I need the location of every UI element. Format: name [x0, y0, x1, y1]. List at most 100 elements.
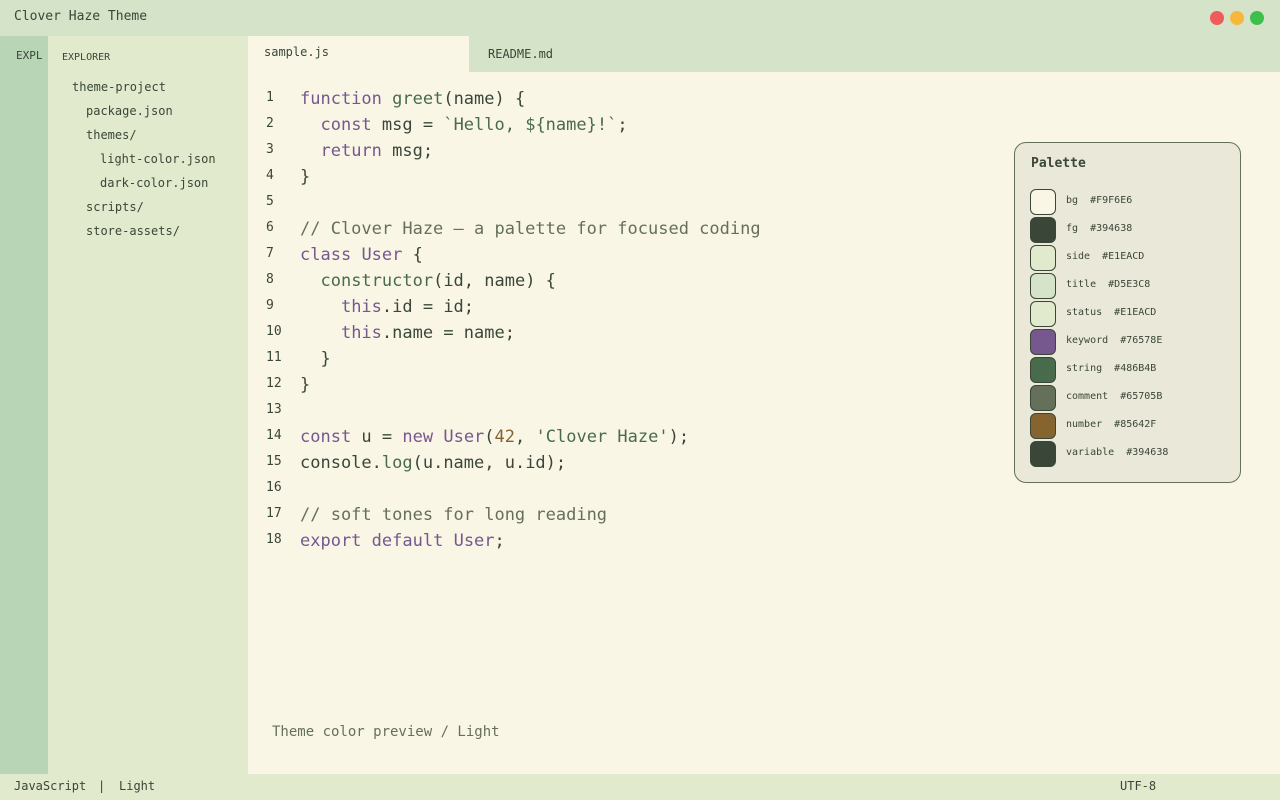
activity-explorer-button[interactable]: EXPL	[16, 49, 43, 62]
color-swatch	[1030, 189, 1056, 215]
code-line: 17 // soft tones for long reading	[248, 502, 1008, 528]
code-token: export	[300, 531, 362, 551]
palette-entry-name: number	[1066, 419, 1103, 430]
code-token: {	[402, 245, 423, 265]
code-token: ;	[494, 531, 505, 551]
explorer-sidebar: EXPLORER theme-project package.json them…	[48, 36, 248, 774]
palette-entry-hex: #D5E3C8	[1108, 279, 1151, 290]
tab-label: sample.js	[264, 45, 330, 59]
code-token: new	[402, 427, 434, 447]
code-text: }	[300, 375, 310, 395]
code-text: constructor(id, name) {	[300, 271, 555, 291]
code-token: const	[300, 427, 352, 447]
status-separator: |	[98, 779, 106, 793]
code-token: .id = id;	[381, 297, 475, 317]
palette-entry-hex: #394638	[1090, 223, 1133, 234]
tree-file-package-json[interactable]: package.json	[86, 104, 173, 118]
palette-entry-hex: #486B4B	[1114, 363, 1157, 374]
code-line: 6 // Clover Haze — a palette for focused …	[248, 216, 1008, 242]
palette-entry-name: bg	[1066, 195, 1079, 206]
code-token: .name = name;	[381, 323, 515, 343]
line-number: 15	[266, 454, 282, 469]
code-line: 9 this.id = id;	[248, 294, 1008, 320]
palette-entry-string: string #486B4B	[1030, 357, 1230, 383]
minimize-window-button[interactable]	[1230, 11, 1244, 25]
tree-file-dark-color-json[interactable]: dark-color.json	[100, 176, 208, 190]
code-token: constructor	[320, 271, 434, 291]
code-line: 4}	[248, 164, 1008, 190]
palette-entry-name: fg	[1066, 223, 1079, 234]
palette-entry-bg: bg #F9F6E6	[1030, 189, 1230, 215]
code-token: console.	[300, 453, 382, 473]
line-number: 18	[266, 532, 282, 547]
palette-entry-hex: #E1EACD	[1102, 251, 1145, 262]
code-line: 16	[248, 476, 1008, 502]
title-bar: Clover Haze Theme	[0, 0, 1280, 36]
palette-entry-hex: #65705B	[1120, 391, 1163, 402]
close-window-button[interactable]	[1210, 11, 1224, 25]
code-text: console.log(u.name, u.id);	[300, 453, 566, 473]
palette-title: Palette	[1031, 156, 1086, 171]
tab-sample-js[interactable]: sample.js	[248, 36, 469, 72]
color-swatch	[1030, 301, 1056, 327]
preview-caption: Theme color preview / Light	[272, 724, 500, 740]
palette-entry-hex: #85642F	[1114, 419, 1157, 430]
palette-entry-variable: variable #394638	[1030, 441, 1230, 467]
tree-file-light-color-json[interactable]: light-color.json	[100, 152, 216, 166]
code-token: // Clover Haze — a palette for focused c…	[300, 219, 761, 239]
code-token: (	[484, 427, 495, 447]
palette-entry-label: fg #394638	[1066, 223, 1132, 234]
palette-entry-name: side	[1066, 251, 1091, 262]
code-text: class User {	[300, 245, 423, 265]
palette-entry-label: title #D5E3C8	[1066, 279, 1150, 290]
line-number: 3	[266, 142, 274, 157]
line-number: 1	[266, 90, 274, 105]
line-number: 12	[266, 376, 282, 391]
status-encoding[interactable]: UTF-8	[1120, 779, 1156, 793]
code-token: );	[668, 427, 690, 447]
palette-entry-side: side #E1EACD	[1030, 245, 1230, 271]
code-token: return	[320, 141, 382, 161]
code-token: msg;	[381, 141, 434, 161]
color-swatch	[1030, 413, 1056, 439]
palette-entry-label: keyword #76578E	[1066, 335, 1162, 346]
code-text: function greet(name) {	[300, 89, 525, 109]
code-text: // Clover Haze — a palette for focused c…	[300, 219, 761, 239]
palette-entry-label: variable #394638	[1066, 447, 1168, 458]
tree-folder-theme-project[interactable]: theme-project	[72, 80, 166, 94]
palette-entry-name: keyword	[1066, 335, 1109, 346]
code-token: function	[300, 89, 382, 109]
palette-entry-label: number #85642F	[1066, 419, 1156, 430]
tab-bar: sample.js README.md	[248, 36, 1280, 72]
palette-entry-name: variable	[1066, 447, 1115, 458]
line-number: 2	[266, 116, 274, 131]
tree-folder-themes[interactable]: themes/	[86, 128, 137, 142]
code-text: const msg = `Hello, ${name}!`;	[300, 115, 627, 135]
tree-folder-scripts[interactable]: scripts/	[86, 200, 144, 214]
line-number: 9	[266, 298, 274, 313]
code-token: const	[320, 115, 372, 135]
tree-folder-store-assets[interactable]: store-assets/	[86, 224, 180, 238]
code-line: 7 class User {	[248, 242, 1008, 268]
code-token: greet	[392, 89, 444, 109]
palette-entry-number: number #85642F	[1030, 413, 1230, 439]
code-text: }	[300, 349, 330, 369]
maximize-window-button[interactable]	[1250, 11, 1264, 25]
code-text: this.name = name;	[300, 323, 515, 343]
explorer-heading: EXPLORER	[62, 52, 111, 63]
code-token: User	[443, 427, 485, 447]
tab-readme-md[interactable]: README.md	[469, 36, 629, 72]
palette-entry-name: title	[1066, 279, 1097, 290]
color-swatch	[1030, 245, 1056, 271]
code-line: 14 const u = new User(42, 'Clover Haze');	[248, 424, 1008, 450]
status-theme[interactable]: Light	[119, 779, 155, 793]
palette-entry-comment: comment #65705B	[1030, 385, 1230, 411]
status-language[interactable]: JavaScript	[14, 779, 86, 793]
